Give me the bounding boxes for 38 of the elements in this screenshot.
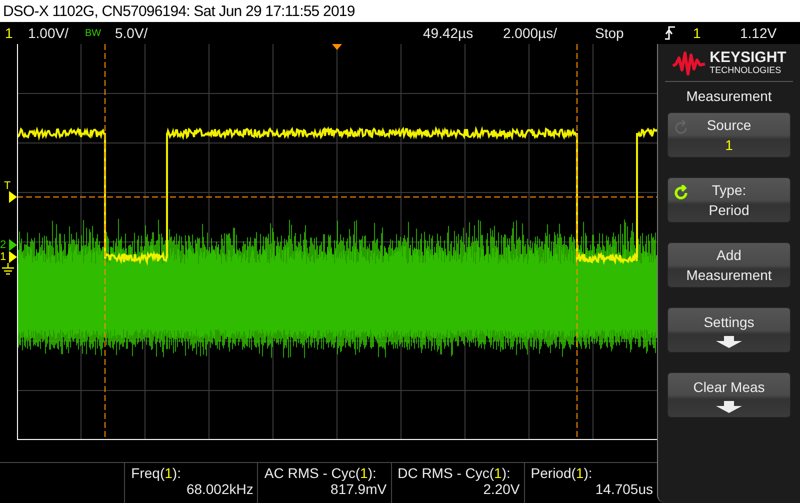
marker-label: T bbox=[4, 180, 11, 192]
softkey-button[interactable]: Source 1 bbox=[667, 112, 791, 158]
brand-subtitle: TECHNOLOGIES bbox=[710, 65, 782, 76]
measurement-value: 68.002kHz bbox=[186, 481, 254, 497]
cursor-line[interactable] bbox=[576, 44, 578, 440]
wave-logo-icon bbox=[672, 50, 706, 76]
softkey-button[interactable]: Add Measurement bbox=[667, 242, 791, 288]
rising-edge-icon bbox=[664, 26, 676, 40]
channel-number: 1 bbox=[5, 25, 13, 41]
ground-icon bbox=[2, 263, 14, 275]
measurement-label: Period(1): bbox=[530, 465, 594, 481]
measurement-label: AC RMS - Cyc(1): bbox=[264, 465, 378, 481]
vertical-scale: 1.00V/ bbox=[28, 25, 68, 41]
trigger-level: 1.12V bbox=[740, 25, 777, 41]
measurement-value: 2.20V bbox=[483, 481, 520, 497]
softkey-button[interactable]: Settings bbox=[667, 307, 791, 353]
measurement-value: 14.705us bbox=[595, 481, 653, 497]
measurement-label: DC RMS - Cyc(1): bbox=[398, 465, 512, 481]
marker-label: 2 bbox=[0, 239, 6, 251]
bandwidth-limit-label: BW bbox=[85, 28, 102, 38]
run-state: Stop bbox=[595, 25, 624, 41]
softkey-button[interactable]: Clear Meas bbox=[667, 372, 791, 418]
level-arrow-icon[interactable] bbox=[9, 239, 17, 251]
timebase: 2.000µs/ bbox=[503, 25, 557, 41]
trigger-position-icon bbox=[332, 44, 342, 50]
cursor-line[interactable] bbox=[104, 44, 106, 440]
level-arrow-icon[interactable] bbox=[9, 251, 17, 263]
brand-name: KEYSIGHT bbox=[710, 50, 786, 65]
level-arrow-icon[interactable] bbox=[9, 191, 17, 203]
window-title: DSO-X 1102G, CN57096194: Sat Jun 29 17:11:55 2019 bbox=[3, 2, 355, 20]
menu-title: Measurement bbox=[686, 88, 772, 104]
measurement-label: Freq(1): bbox=[131, 465, 182, 481]
vertical-scale: 5.0V/ bbox=[115, 25, 148, 41]
trigger-source: 1 bbox=[693, 25, 701, 41]
time-delay: 49.42µs bbox=[423, 25, 474, 41]
measurement-value: 817.9mV bbox=[330, 481, 387, 497]
marker-label: 1 bbox=[0, 251, 6, 263]
softkey-button[interactable]: Type: Period bbox=[667, 177, 791, 223]
